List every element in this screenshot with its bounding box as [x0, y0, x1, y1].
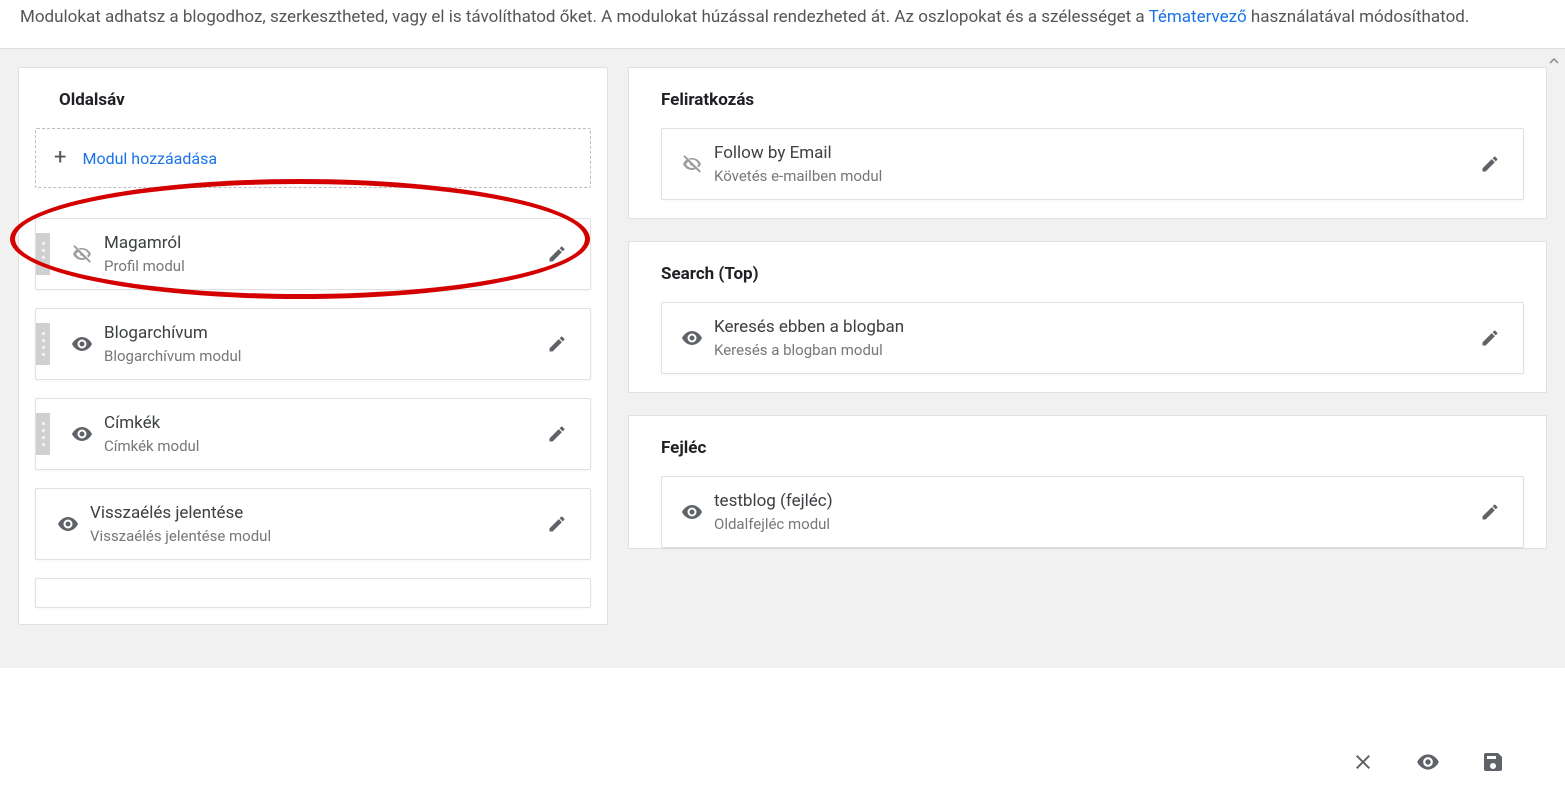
widget-title: Keresés ebben a blogban [714, 317, 1471, 337]
widget-texts: Címkék Címkék modul [104, 413, 538, 455]
widget-title: Follow by Email [714, 143, 1471, 163]
visibility-off-icon [670, 152, 714, 176]
section-title: Search (Top) [661, 264, 1524, 284]
visibility-off-icon [60, 242, 104, 266]
preview-button[interactable] [1415, 749, 1441, 775]
widget-subtitle: Címkék modul [104, 437, 538, 455]
header-section: Fejléc testblog (fejléc) Oldalfejléc mod… [628, 415, 1547, 549]
right-column: Feliratkozás Follow by Email Követés e-m… [628, 67, 1547, 625]
edit-icon[interactable] [1471, 154, 1509, 174]
scroll-up-indicator[interactable] [1549, 53, 1559, 67]
drag-handle[interactable] [36, 233, 50, 275]
widget-title: Blogarchívum [104, 323, 538, 343]
edit-icon[interactable] [538, 514, 576, 534]
widget-title: testblog (fejléc) [714, 491, 1471, 511]
widget-texts: testblog (fejléc) Oldalfejléc modul [714, 491, 1471, 533]
widget-title: Visszaélés jelentése [90, 503, 538, 523]
visibility-on-icon [60, 332, 104, 356]
widget-texts: Keresés ebben a blogban Keresés a blogba… [714, 317, 1471, 359]
theme-designer-link[interactable]: Tématervező [1149, 7, 1247, 27]
widget-texts: Follow by Email Követés e-mailben modul [714, 143, 1471, 185]
close-button[interactable] [1351, 750, 1375, 774]
section-widget[interactable]: Follow by Email Követés e-mailben modul [661, 128, 1524, 200]
subscribe-section: Feliratkozás Follow by Email Követés e-m… [628, 67, 1547, 219]
widget-subtitle: Követés e-mailben modul [714, 167, 1471, 185]
save-button[interactable] [1481, 750, 1505, 774]
intro-after: használatával módosíthatod. [1251, 7, 1469, 27]
widget-subtitle: Keresés a blogban modul [714, 341, 1471, 359]
visibility-on-icon [60, 422, 104, 446]
widget-title: Címkék [104, 413, 538, 433]
sidebar-section: Oldalsáv + Modul hozzáadása Magamról Pro… [18, 67, 608, 625]
widget-subtitle: Visszaélés jelentése modul [90, 527, 538, 545]
sidebar-section-title: Oldalsáv [59, 90, 591, 110]
add-gadget-label: Modul hozzáadása [82, 149, 217, 168]
widget-subtitle: Oldalfejléc modul [714, 515, 1471, 533]
sidebar-widget-partial[interactable] [35, 578, 591, 608]
visibility-on-icon [670, 500, 714, 524]
sidebar-widget[interactable]: Blogarchívum Blogarchívum modul [35, 308, 591, 380]
edit-icon[interactable] [538, 334, 576, 354]
widget-texts: Visszaélés jelentése Visszaélés jelentés… [90, 503, 538, 545]
layout-area: Oldalsáv + Modul hozzáadása Magamról Pro… [0, 48, 1565, 668]
section-widget[interactable]: Keresés ebben a blogban Keresés a blogba… [661, 302, 1524, 374]
drag-handle[interactable] [36, 413, 50, 455]
search-section: Search (Top) Keresés ebben a blogban Ker… [628, 241, 1547, 393]
visibility-on-icon [46, 512, 90, 536]
widget-texts: Magamról Profil modul [104, 233, 538, 275]
footer-actions [0, 726, 1565, 798]
intro-text: Modulokat adhatsz a blogodhoz, szerkeszt… [0, 0, 1565, 48]
edit-icon[interactable] [1471, 502, 1509, 522]
widget-subtitle: Blogarchívum modul [104, 347, 538, 365]
plus-icon: + [54, 147, 66, 169]
widget-title: Magamról [104, 233, 538, 253]
edit-icon[interactable] [1471, 328, 1509, 348]
edit-icon[interactable] [538, 244, 576, 264]
drag-handle[interactable] [36, 323, 50, 365]
section-title: Feliratkozás [661, 90, 1524, 110]
edit-icon[interactable] [538, 424, 576, 444]
sidebar-widget[interactable]: Magamról Profil modul [35, 218, 591, 290]
sidebar-widget[interactable]: Címkék Címkék modul [35, 398, 591, 470]
widget-subtitle: Profil modul [104, 257, 538, 275]
section-title: Fejléc [661, 438, 1524, 458]
visibility-on-icon [670, 326, 714, 350]
sidebar-widget[interactable]: Visszaélés jelentése Visszaélés jelentés… [35, 488, 591, 560]
section-widget[interactable]: testblog (fejléc) Oldalfejléc modul [661, 476, 1524, 548]
add-gadget-button[interactable]: + Modul hozzáadása [35, 128, 591, 188]
intro-before: Modulokat adhatsz a blogodhoz, szerkeszt… [20, 7, 1149, 27]
widget-texts: Blogarchívum Blogarchívum modul [104, 323, 538, 365]
